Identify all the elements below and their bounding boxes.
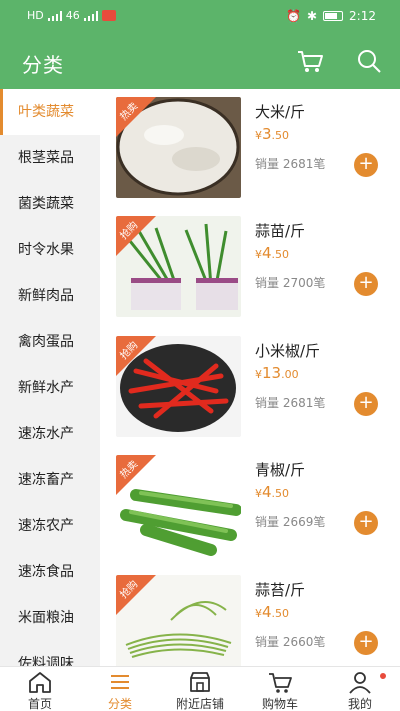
category-item-grain-oil[interactable]: 米面粮油 bbox=[0, 595, 100, 641]
status-bar: HD 46 ⏰ ✱ 2:12 bbox=[0, 0, 400, 34]
cart-icon[interactable] bbox=[296, 47, 324, 75]
store-icon bbox=[190, 672, 210, 692]
page-title: 分类 bbox=[22, 53, 64, 77]
signal-icon-2 bbox=[83, 10, 98, 21]
tab-cart[interactable]: 购物车 bbox=[240, 667, 320, 711]
tab-nearby-stores-label: 附近店铺 bbox=[175, 697, 224, 711]
add-to-cart-button[interactable]: + bbox=[354, 153, 378, 177]
app-header: HD 46 ⏰ ✱ 2:12 分类 bbox=[0, 0, 400, 89]
product-sales: 销量 2660笔 bbox=[255, 635, 326, 649]
network-label-1: 46 bbox=[65, 9, 80, 22]
product-image-rice[interactable]: 热卖 bbox=[116, 97, 241, 198]
product-price: ¥4.50 bbox=[255, 483, 290, 501]
tab-category-label: 分类 bbox=[107, 697, 132, 711]
product-price: ¥4.50 bbox=[255, 244, 290, 262]
search-icon[interactable] bbox=[355, 47, 383, 75]
tab-home[interactable]: 首页 bbox=[0, 667, 80, 711]
category-item-poultry-eggs[interactable]: 禽肉蛋品 bbox=[0, 319, 100, 365]
list-item[interactable]: 抢购 蒜苔/斤 ¥4.50 销量 2660笔 + bbox=[100, 567, 400, 666]
product-sales: 销量 2681笔 bbox=[255, 157, 326, 171]
category-item-fresh-seafood[interactable]: 新鲜水产 bbox=[0, 365, 100, 411]
list-item[interactable]: 热卖 青椒/斤 ¥4.50 销量 2669笔 + bbox=[100, 447, 400, 557]
product-sales: 销量 2700笔 bbox=[255, 276, 326, 290]
product-price: ¥4.50 bbox=[255, 603, 290, 621]
user-icon bbox=[349, 672, 371, 694]
product-name: 小米椒/斤 bbox=[255, 342, 321, 360]
product-list: 热卖 大米/斤 ¥3.50 销量 2681笔 + 抢购 蒜苗/斤 ¥4.50 销… bbox=[100, 89, 400, 666]
signal-icon bbox=[47, 10, 62, 21]
clock: 2:12 bbox=[349, 9, 376, 23]
product-image-garlic-scape[interactable]: 抢购 bbox=[116, 575, 241, 666]
category-item-mushrooms[interactable]: 菌类蔬菜 bbox=[0, 181, 100, 227]
home-icon bbox=[29, 672, 51, 693]
battery-icon bbox=[323, 11, 344, 21]
add-to-cart-button[interactable]: + bbox=[354, 631, 378, 655]
product-price: ¥3.50 bbox=[255, 125, 290, 143]
list-item[interactable]: 抢购 蒜苗/斤 ¥4.50 销量 2700笔 + bbox=[100, 208, 400, 318]
category-sidebar: 叶类蔬菜 根茎菜品 菌类蔬菜 时令水果 新鲜肉品 禽肉蛋品 新鲜水产 速冻水产 … bbox=[0, 89, 100, 666]
tab-category[interactable]: 分类 bbox=[80, 667, 160, 711]
bottom-nav: 首页 分类 附近店铺 购物车 我的 bbox=[0, 666, 400, 711]
product-sales: 销量 2681笔 bbox=[255, 396, 326, 410]
category-item-frozen-food[interactable]: 速冻食品 bbox=[0, 549, 100, 595]
alarm-icon: ⏰ bbox=[286, 9, 301, 23]
product-price: ¥13.00 bbox=[255, 364, 299, 382]
category-item-seasonal-fruit[interactable]: 时令水果 bbox=[0, 227, 100, 273]
category-item-leafy-vegetables[interactable]: 叶类蔬菜 bbox=[0, 89, 100, 135]
category-item-frozen-livestock[interactable]: 速冻畜产 bbox=[0, 457, 100, 503]
product-name: 青椒/斤 bbox=[255, 461, 306, 479]
product-image-chili[interactable]: 抢购 bbox=[116, 336, 241, 437]
category-item-fresh-meat[interactable]: 新鲜肉品 bbox=[0, 273, 100, 319]
add-to-cart-button[interactable]: + bbox=[354, 272, 378, 296]
list-item[interactable]: 抢购 小米椒/斤 ¥13.00 销量 2681笔 + bbox=[100, 328, 400, 438]
bluetooth-icon: ✱ bbox=[306, 9, 318, 23]
product-name: 蒜苗/斤 bbox=[255, 222, 306, 240]
add-to-cart-button[interactable]: + bbox=[354, 511, 378, 535]
tab-nearby-stores[interactable]: 附近店铺 bbox=[160, 667, 240, 711]
category-item-frozen-seafood[interactable]: 速冻水产 bbox=[0, 411, 100, 457]
category-item-root-vegetables[interactable]: 根茎菜品 bbox=[0, 135, 100, 181]
tab-mine-label: 我的 bbox=[347, 697, 372, 711]
add-to-cart-button[interactable]: + bbox=[354, 392, 378, 416]
notification-icon bbox=[101, 10, 116, 21]
notification-dot bbox=[380, 673, 386, 679]
hd-label: HD bbox=[27, 9, 44, 22]
product-name: 大米/斤 bbox=[255, 103, 306, 121]
product-name: 蒜苔/斤 bbox=[255, 581, 306, 599]
category-item-seasoning[interactable]: 佐料调味 bbox=[0, 641, 100, 666]
tab-cart-label: 购物车 bbox=[261, 697, 298, 711]
category-item-frozen-farm[interactable]: 速冻农产 bbox=[0, 503, 100, 549]
tab-mine[interactable]: 我的 bbox=[320, 667, 400, 711]
cart-icon bbox=[269, 673, 292, 693]
product-image-green-pepper[interactable]: 热卖 bbox=[116, 455, 241, 556]
list-icon bbox=[111, 675, 129, 689]
product-sales: 销量 2669笔 bbox=[255, 515, 326, 529]
tab-home-label: 首页 bbox=[27, 697, 52, 711]
product-image-garlic-sprouts[interactable]: 抢购 bbox=[116, 216, 241, 317]
list-item[interactable]: 热卖 大米/斤 ¥3.50 销量 2681笔 + bbox=[100, 89, 400, 199]
